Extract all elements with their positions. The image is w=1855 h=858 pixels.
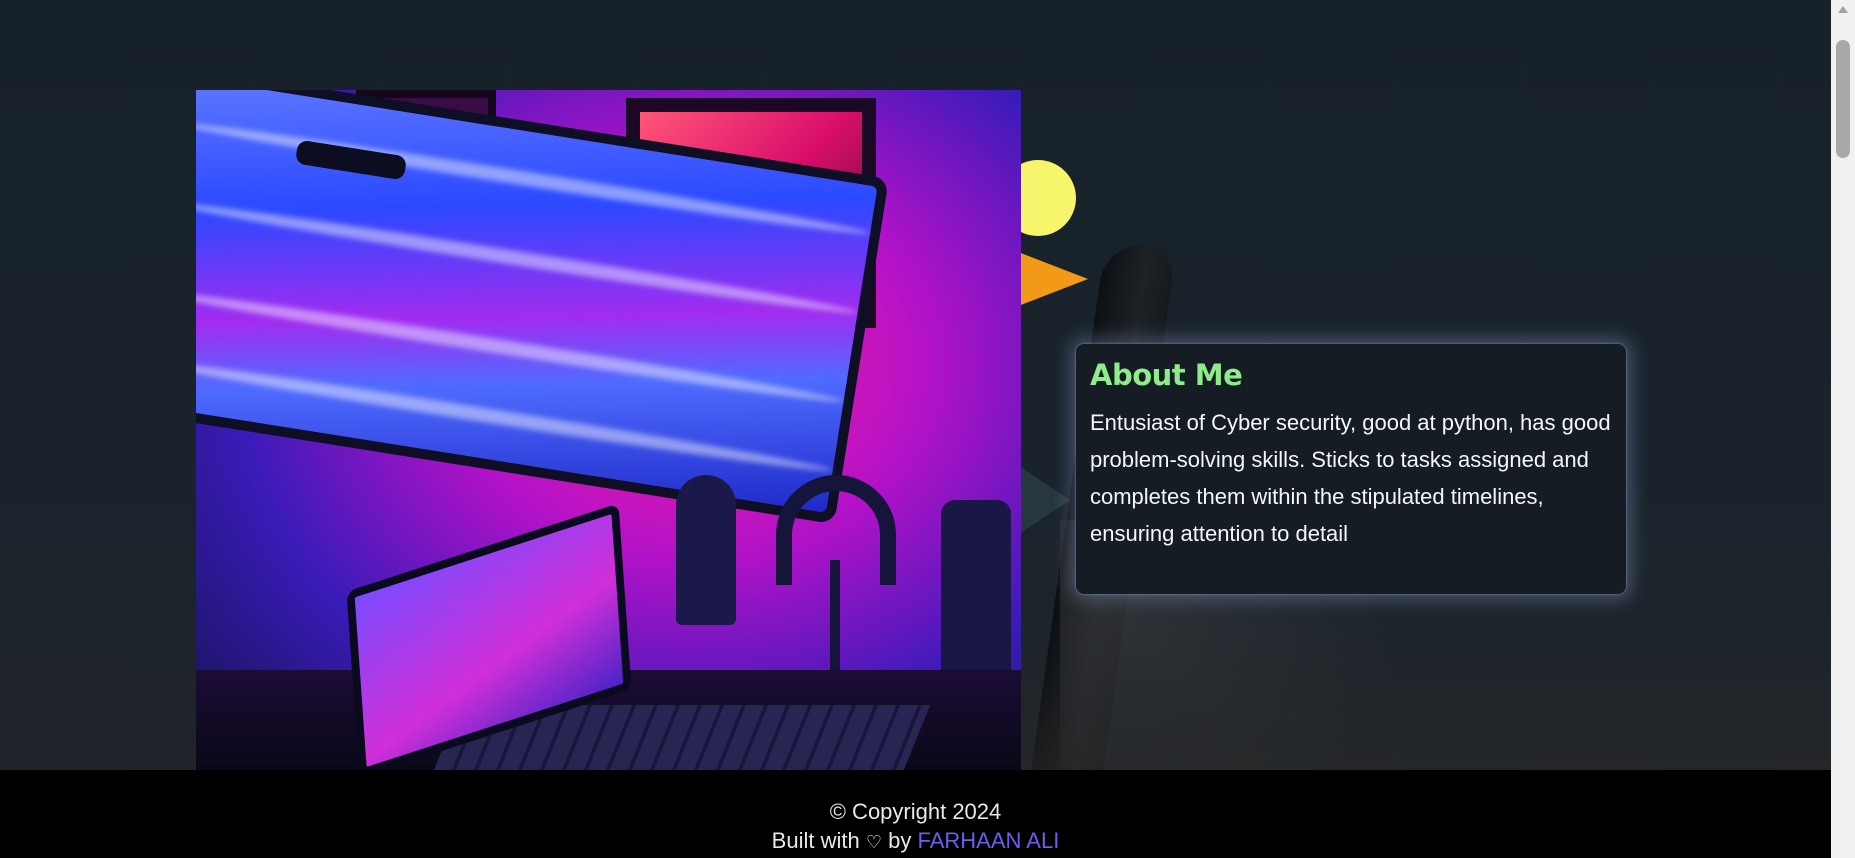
by-label: by: [888, 828, 912, 853]
author-link[interactable]: FARHAAN ALI: [917, 828, 1059, 853]
background-floor: [1020, 640, 1831, 770]
desk-setup-photo: [196, 90, 1021, 770]
bottle: [941, 500, 1011, 690]
about-card: About Me Entusiast of Cyber security, go…: [1076, 344, 1626, 594]
copyright-text: © Copyright 2024: [829, 799, 1002, 824]
built-with-line: Built with ♡ by FARHAAN ALI: [0, 826, 1831, 857]
footer: © Copyright 2024 Built with ♡ by FARHAAN…: [0, 770, 1831, 858]
page: About Me Entusiast of Cyber security, go…: [0, 0, 1831, 858]
vertical-scrollbar[interactable]: [1831, 0, 1855, 858]
heart-icon: ♡: [865, 832, 882, 852]
microphone: [676, 475, 736, 625]
built-with-label: Built with: [771, 828, 860, 853]
headphone-stand: [830, 560, 840, 680]
scroll-up-arrow-icon[interactable]: [1838, 6, 1848, 13]
scrollbar-thumb[interactable]: [1836, 40, 1850, 158]
about-title: About Me: [1090, 358, 1243, 392]
about-description: Entusiast of Cyber security, good at pyt…: [1090, 410, 1611, 546]
